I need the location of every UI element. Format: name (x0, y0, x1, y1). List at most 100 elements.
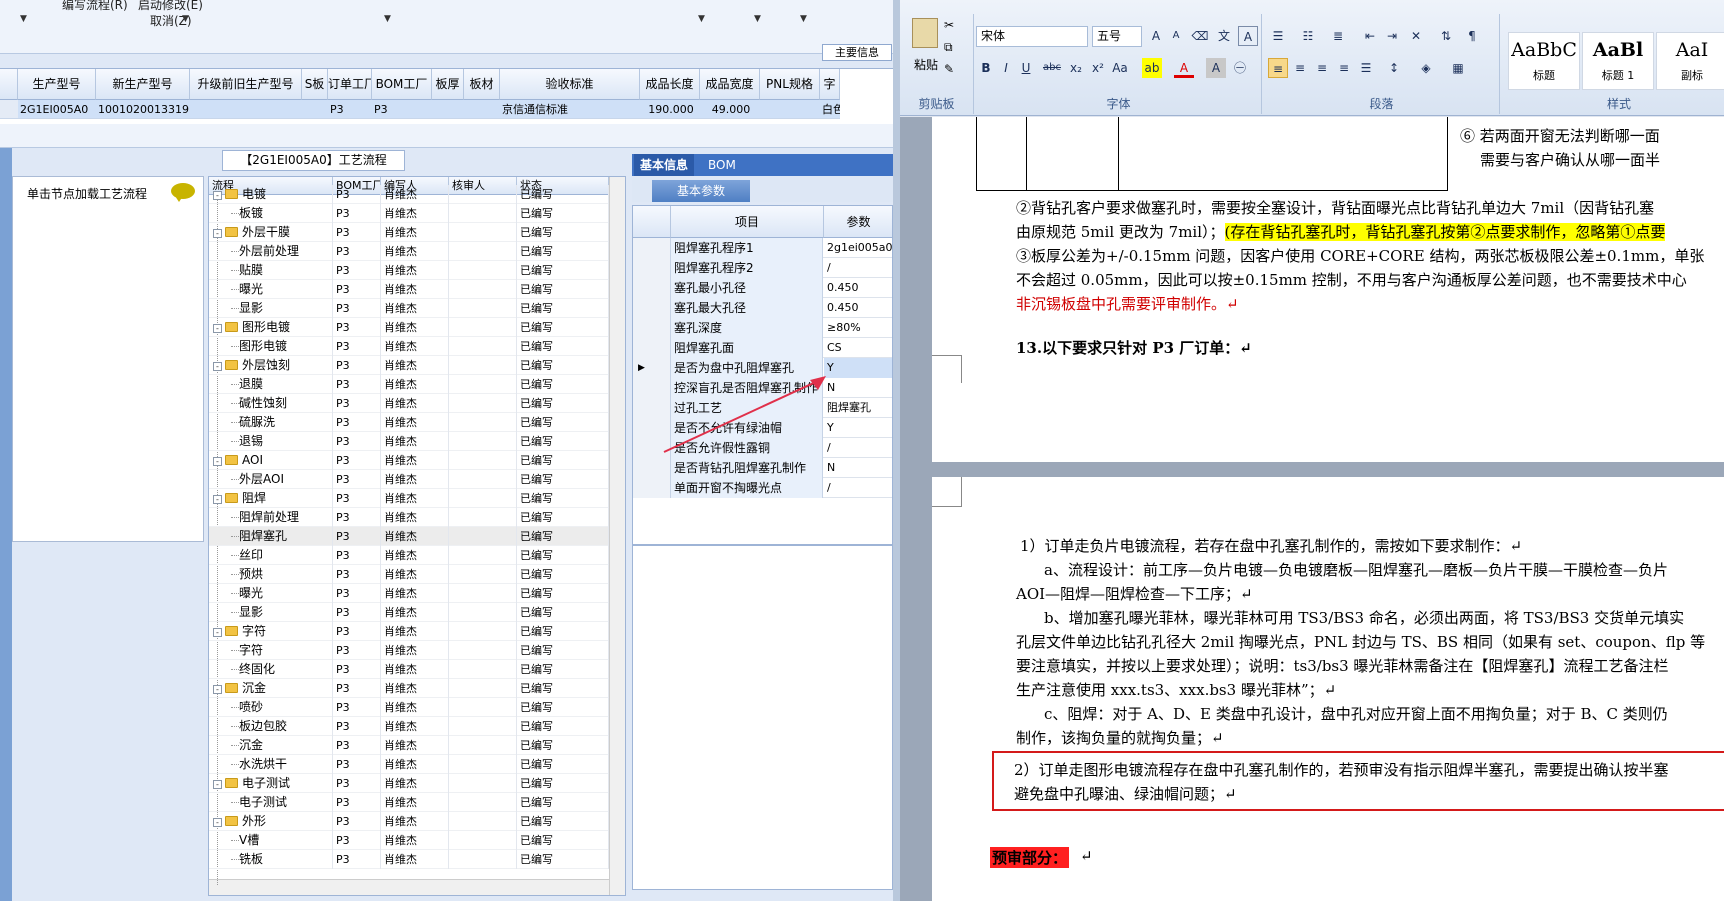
status-cell[interactable]: 已编写 (517, 223, 609, 242)
collapsed-side-panel[interactable] (0, 148, 12, 901)
reviewer-cell[interactable] (449, 774, 517, 793)
writer-cell[interactable]: 肖维杰 (381, 584, 449, 603)
tree-node[interactable]: 喷砂 (209, 698, 333, 717)
reviewer-cell[interactable] (449, 261, 517, 280)
status-cell[interactable]: 已编写 (517, 451, 609, 470)
writer-cell[interactable]: 肖维杰 (381, 793, 449, 812)
writer-cell[interactable]: 肖维杰 (381, 717, 449, 736)
copy-icon[interactable]: ⧉ (944, 40, 953, 55)
sort-icon[interactable]: ⇅ (1436, 26, 1456, 46)
grow-font-icon[interactable]: A (1146, 26, 1166, 46)
status-cell[interactable]: 已编写 (517, 850, 609, 869)
tree-row[interactable]: 终固化 P3 肖维杰 已编写 (209, 660, 609, 679)
writer-cell[interactable]: 肖维杰 (381, 451, 449, 470)
style-gallery-item[interactable]: AaBbC 标题 (1508, 32, 1580, 90)
bom-factory-cell[interactable]: P3 (333, 204, 381, 223)
style-gallery-item[interactable]: AaI 副标 (1656, 32, 1724, 90)
status-cell[interactable]: 已编写 (517, 337, 609, 356)
dropdown-arrow-icon[interactable]: ▼ (20, 14, 27, 24)
tree-row[interactable]: 板边包胶 P3 肖维杰 已编写 (209, 717, 609, 736)
param-row[interactable]: 是否背钻孔阻焊塞孔制作 N (633, 458, 892, 478)
status-cell[interactable]: 已编写 (517, 204, 609, 223)
reviewer-cell[interactable] (449, 641, 517, 660)
bom-factory-cell[interactable]: P3 (333, 280, 381, 299)
bom-factory-cell[interactable]: P3 (333, 736, 381, 755)
writer-cell[interactable]: 肖维杰 (381, 850, 449, 869)
bom-factory-cell[interactable]: P3 (333, 432, 381, 451)
tree-node[interactable]: 字符 (209, 641, 333, 660)
font-size-combo[interactable]: 五号 (1092, 26, 1142, 47)
status-cell[interactable]: 已编写 (517, 565, 609, 584)
bom-factory-cell[interactable]: P3 (333, 774, 381, 793)
writer-cell[interactable]: 肖维杰 (381, 470, 449, 489)
reviewer-cell[interactable] (449, 356, 517, 375)
tree-row[interactable]: 板镀 P3 肖维杰 已编写 (209, 204, 609, 223)
tree-node[interactable]: 终固化 (209, 660, 333, 679)
writer-cell[interactable]: 肖维杰 (381, 641, 449, 660)
param-value[interactable]: 2g1ei005a0. (824, 238, 892, 258)
collapse-toggle-icon[interactable]: - (213, 362, 222, 371)
reviewer-cell[interactable] (449, 831, 517, 850)
writer-cell[interactable]: 肖维杰 (381, 489, 449, 508)
param-row[interactable]: 阻焊塞孔程序1 2g1ei005a0. (633, 238, 892, 258)
column-header[interactable]: 生产型号 (18, 69, 96, 100)
status-cell[interactable]: 已编写 (517, 698, 609, 717)
writer-cell[interactable]: 肖维杰 (381, 679, 449, 698)
writer-cell[interactable]: 肖维杰 (381, 185, 449, 204)
param-value[interactable]: ≥80% (824, 318, 892, 338)
line-spacing-icon[interactable]: ↕ (1384, 58, 1404, 78)
status-cell[interactable]: 已编写 (517, 546, 609, 565)
tree-node[interactable]: - AOI (209, 451, 333, 470)
tree-node[interactable]: - 图形电镀 (209, 318, 333, 337)
row-indicator[interactable] (633, 478, 671, 498)
tree-node[interactable]: - 字符 (209, 622, 333, 641)
grid-cell[interactable] (432, 100, 464, 119)
writer-cell[interactable]: 肖维杰 (381, 812, 449, 831)
reviewer-cell[interactable] (449, 204, 517, 223)
bom-factory-cell[interactable]: P3 (333, 356, 381, 375)
reviewer-cell[interactable] (449, 223, 517, 242)
reviewer-cell[interactable] (449, 812, 517, 831)
status-cell[interactable]: 已编写 (517, 717, 609, 736)
bom-factory-cell[interactable]: P3 (333, 527, 381, 546)
superscript-icon[interactable]: x² (1088, 58, 1108, 78)
bom-factory-cell[interactable]: P3 (333, 698, 381, 717)
tree-node[interactable]: 电子测试 (209, 793, 333, 812)
clear-format-icon[interactable]: ⌫ (1190, 26, 1210, 46)
status-cell[interactable]: 已编写 (517, 603, 609, 622)
grid-cell[interactable]: P3 (372, 100, 432, 119)
tree-vertical-scrollbar[interactable] (609, 177, 625, 895)
tree-node[interactable]: 沉金 (209, 736, 333, 755)
tree-node[interactable]: - 外层干膜 (209, 223, 333, 242)
status-cell[interactable]: 已编写 (517, 584, 609, 603)
grid-cell[interactable] (760, 100, 820, 119)
writer-cell[interactable]: 肖维杰 (381, 280, 449, 299)
reviewer-cell[interactable] (449, 622, 517, 641)
info-tab[interactable]: BOM (702, 154, 742, 176)
borders-icon[interactable]: ▦ (1448, 58, 1468, 78)
bom-factory-cell[interactable]: P3 (333, 622, 381, 641)
show-marks-icon[interactable]: ¶ (1462, 26, 1482, 46)
tree-node[interactable]: 外层AOI (209, 470, 333, 489)
writer-cell[interactable]: 肖维杰 (381, 261, 449, 280)
writer-cell[interactable]: 肖维杰 (381, 622, 449, 641)
italic-icon[interactable]: I (996, 58, 1016, 78)
tree-row[interactable]: 曝光 P3 肖维杰 已编写 (209, 280, 609, 299)
tree-row[interactable]: 显影 P3 肖维杰 已编写 (209, 603, 609, 622)
tree-row[interactable]: - 电子测试 P3 肖维杰 已编写 (209, 774, 609, 793)
writer-cell[interactable]: 肖维杰 (381, 223, 449, 242)
tree-row[interactable]: 丝印 P3 肖维杰 已编写 (209, 546, 609, 565)
tree-node[interactable]: 碱性蚀刻 (209, 394, 333, 413)
status-cell[interactable]: 已编写 (517, 470, 609, 489)
status-cell[interactable]: 已编写 (517, 280, 609, 299)
status-cell[interactable]: 已编写 (517, 793, 609, 812)
bom-factory-cell[interactable]: P3 (333, 660, 381, 679)
bom-factory-cell[interactable]: P3 (333, 185, 381, 204)
bold-icon[interactable]: B (976, 58, 996, 78)
reviewer-cell[interactable] (449, 584, 517, 603)
tree-row[interactable]: 退锡 P3 肖维杰 已编写 (209, 432, 609, 451)
collapse-toggle-icon[interactable]: - (213, 191, 222, 200)
bom-factory-cell[interactable]: P3 (333, 489, 381, 508)
tree-node[interactable]: - 阻焊 (209, 489, 333, 508)
writer-cell[interactable]: 肖维杰 (381, 375, 449, 394)
